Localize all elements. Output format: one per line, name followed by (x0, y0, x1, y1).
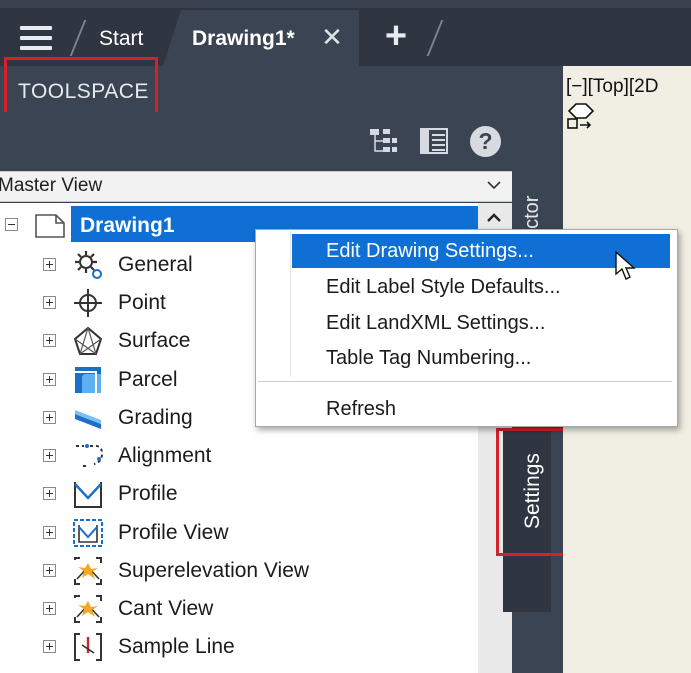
menu-item-refresh[interactable] (258, 391, 672, 425)
menu-item-label[interactable]: Edit Drawing Settings... (326, 239, 534, 263)
viewport-controls-label[interactable]: [−][Top][2D (566, 76, 658, 98)
tab-drawing1-label[interactable]: Drawing1* (192, 26, 295, 52)
expand-toggle[interactable] (43, 296, 56, 309)
surface-icon (73, 326, 103, 355)
tree-item[interactable]: Profile (0, 475, 478, 513)
tree-item-label[interactable]: General (118, 252, 193, 278)
mouse-cursor-icon (615, 250, 636, 280)
grading-icon (75, 410, 101, 429)
cant-view-icon (74, 595, 102, 623)
close-tab-icon[interactable]: ✕ (320, 24, 344, 50)
tree-item[interactable]: Sample Line (0, 628, 478, 666)
tree-item-label[interactable]: Profile (118, 481, 178, 507)
expand-toggle[interactable] (43, 564, 56, 577)
menu-item-label[interactable]: Edit LandXML Settings... (326, 311, 545, 335)
tab-survey[interactable] (512, 614, 552, 673)
collapse-toggle[interactable] (5, 218, 18, 231)
help-icon[interactable]: ? (470, 126, 501, 157)
menu-item-label[interactable]: Edit Label Style Defaults... (326, 275, 561, 299)
drawing-icon (35, 214, 65, 238)
expand-toggle[interactable] (43, 373, 56, 386)
expand-toggle[interactable] (43, 334, 56, 347)
list-view-icon[interactable] (419, 126, 449, 156)
tree-item-label[interactable]: Profile View (118, 520, 229, 546)
expand-toggle[interactable] (43, 526, 56, 539)
menu-gutter (290, 231, 291, 377)
tree-item-label[interactable]: Grading (118, 405, 193, 431)
tree-item-label[interactable]: Cant View (118, 596, 213, 622)
expand-toggle[interactable] (43, 640, 56, 653)
menu-icon[interactable] (20, 26, 52, 50)
tabbar-top-strip (0, 0, 691, 8)
profile-view-icon (73, 519, 103, 547)
expand-toggle[interactable] (43, 449, 56, 462)
gear-icon (75, 251, 102, 279)
object-view-icon[interactable] (368, 126, 398, 156)
tree-item-label[interactable]: Superelevation View (118, 558, 309, 584)
tree-item[interactable]: Superelevation View (0, 552, 478, 590)
menu-separator (258, 381, 672, 382)
expand-toggle[interactable] (43, 258, 56, 271)
menu-item-label[interactable]: Refresh (326, 397, 396, 421)
tree-item-label[interactable]: Parcel (118, 367, 178, 393)
view-select-value[interactable]: Master View (0, 175, 102, 197)
alignment-icon (76, 444, 104, 467)
profile-icon (74, 482, 102, 508)
tree-item[interactable]: Alignment (0, 437, 478, 475)
tree-item-label[interactable]: Surface (118, 328, 190, 354)
expand-toggle[interactable] (43, 411, 56, 424)
sample-line-icon (74, 633, 102, 661)
tree-root-label[interactable]: Drawing1 (80, 213, 175, 239)
menu-item-label[interactable]: Table Tag Numbering... (326, 346, 531, 370)
tree-item[interactable]: Cant View (0, 590, 478, 628)
tab-start[interactable]: Start (99, 26, 143, 52)
expand-toggle[interactable] (43, 602, 56, 615)
viewcube-icon[interactable] (566, 101, 596, 131)
chevron-up-icon[interactable] (484, 210, 504, 226)
new-tab-icon[interactable]: + (378, 17, 414, 55)
tree-item-label[interactable]: Alignment (118, 443, 211, 469)
parcel-icon (75, 367, 101, 393)
chevron-down-icon[interactable] (485, 178, 503, 192)
annotation-highlight-box (496, 428, 569, 556)
point-icon (74, 289, 102, 317)
tree-item[interactable]: Profile View (0, 514, 478, 552)
tree-item-label[interactable]: Sample Line (118, 634, 235, 660)
expand-toggle[interactable] (43, 487, 56, 500)
tree-item-label[interactable]: Point (118, 290, 166, 316)
annotation-highlight-box (4, 57, 158, 115)
superelevation-view-icon (74, 557, 102, 585)
